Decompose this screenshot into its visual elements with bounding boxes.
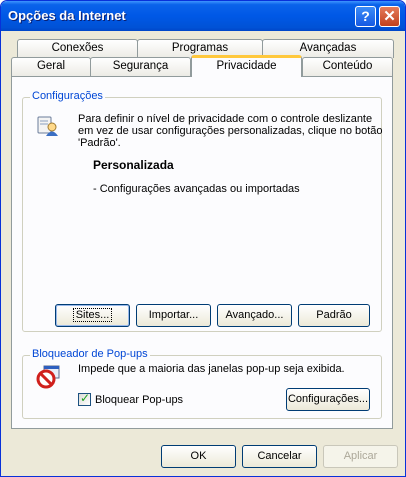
sites-button-label: Sites... — [72, 308, 113, 322]
block-popups-checkbox[interactable]: ✓ — [78, 391, 91, 406]
tab-conexoes[interactable]: Conexões — [17, 39, 138, 58]
popup-settings-button[interactable]: Configurações... — [286, 388, 370, 411]
sites-button[interactable]: Sites... — [55, 304, 130, 327]
tab-privacidade[interactable]: Privacidade — [191, 55, 302, 77]
privacy-level-detail: - Configurações avançadas ou importadas — [93, 183, 300, 195]
popup-blocker-description: Impede que a maioria das janelas pop-up … — [78, 363, 345, 375]
help-button[interactable]: ? — [355, 6, 376, 27]
title-bar[interactable]: Opções da Internet ? ✕ — [1, 1, 405, 31]
window-title: Opções da Internet — [8, 8, 126, 23]
close-button[interactable]: ✕ — [379, 6, 400, 27]
default-button[interactable]: Padrão — [298, 304, 370, 327]
internet-options-window: Opções da Internet ? ✕ Conexões Programa… — [0, 0, 406, 477]
popup-blocker-icon — [36, 363, 62, 389]
apply-button[interactable]: Aplicar — [323, 445, 398, 468]
settings-description-line2: em vez de usar configurações personaliza… — [78, 125, 383, 137]
settings-description-line3: 'Padrão'. — [78, 137, 121, 149]
tab-conteudo[interactable]: Conteúdo — [302, 57, 393, 76]
cancel-button[interactable]: Cancelar — [242, 445, 317, 468]
settings-group-label: Configurações — [30, 90, 105, 103]
privacy-icon — [36, 113, 60, 137]
checkmark-icon: ✓ — [80, 391, 91, 405]
advanced-button[interactable]: Avançado... — [217, 304, 292, 327]
popup-blocker-group-label: Bloqueador de Pop-ups — [30, 348, 150, 361]
tab-geral[interactable]: Geral — [11, 57, 91, 76]
ok-button[interactable]: OK — [161, 445, 236, 468]
privacy-level-title: Personalizada — [93, 158, 174, 172]
import-button[interactable]: Importar... — [136, 304, 211, 327]
block-popups-label[interactable]: Bloquear Pop-ups — [95, 394, 183, 407]
tab-seguranca[interactable]: Segurança — [90, 57, 191, 76]
privacy-tab-panel: Configurações Para definir o nível de pr… — [11, 76, 393, 429]
